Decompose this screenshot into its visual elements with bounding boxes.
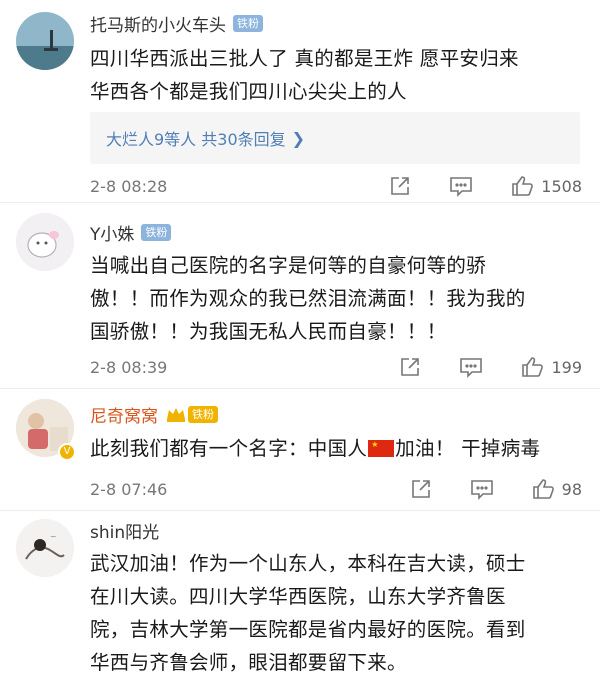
svg-text:~: ~: [50, 532, 57, 541]
comment-actions: 199: [399, 356, 582, 378]
like-button[interactable]: 1508: [511, 175, 582, 197]
comment-header: shin阳光: [90, 517, 159, 543]
share-icon[interactable]: [410, 478, 432, 500]
comment-header: 托马斯的小火车头 铁粉: [90, 10, 263, 36]
comment-text-line: 四川华西派出三批人了 真的都是王炸 愿平安归来: [90, 47, 519, 70]
comment-footer: 2-8 08:39 199: [90, 353, 582, 381]
timestamp: 2-8 08:39: [90, 357, 168, 377]
comment-text: 武汉加油！作为一个山东人，本科在吉大读，硕士 在川大读。四川大学华西医院，山东大…: [90, 547, 580, 679]
username[interactable]: shin阳光: [90, 518, 159, 543]
comment-icon[interactable]: [449, 175, 473, 197]
comment-text-part: 此刻我们都有一个名字：中国人: [90, 437, 368, 460]
comment-icon[interactable]: [470, 478, 494, 500]
timestamp: 2-8 08:28: [90, 176, 168, 196]
comment-text-line: 傲！！而作为观众的我已然泪流满面！！我为我的: [90, 287, 526, 310]
avatar[interactable]: ~: [16, 519, 74, 577]
comment-text-line: 国骄傲！！为我国无私人民而自豪！！！: [90, 320, 447, 343]
chevron-right-icon: ❯: [291, 128, 306, 148]
fan-badge: 铁粉: [233, 14, 263, 32]
replies-summary-text[interactable]: 大烂人9等人 共30条回复: [106, 126, 286, 150]
comment-text-line: 在川大读。四川大学华西医院，山东大学齐鲁医: [90, 585, 506, 608]
comment-item: Y小姝 铁粉 当喊出自己医院的名字是何等的自豪何等的骄 傲！！而作为观众的我已然…: [0, 203, 600, 389]
comment-actions: 98: [410, 478, 582, 500]
comment-footer: 2-8 08:28 1508: [90, 172, 582, 200]
comment-text-line: 武汉加油！作为一个山东人，本科在吉大读，硕士: [90, 552, 526, 575]
comment-text: 此刻我们都有一个名字：中国人 ★ 加油！ 干掉病毒: [90, 432, 580, 465]
like-count: 98: [561, 479, 582, 499]
comment-header: Y小姝 铁粉: [90, 219, 172, 245]
like-count: 199: [551, 357, 582, 377]
share-icon[interactable]: [399, 356, 421, 378]
thumbs-up-icon: [532, 479, 554, 499]
comment-actions: 1508: [389, 175, 582, 197]
avatar[interactable]: [16, 12, 74, 70]
comment-text: 四川华西派出三批人了 真的都是王炸 愿平安归来 华西各个都是我们四川心尖尖上的人: [90, 42, 580, 108]
comment-header: 尼奇窝窝 铁粉: [90, 401, 218, 427]
username[interactable]: 尼奇窝窝: [90, 402, 158, 427]
comment-text-line: 华西各个都是我们四川心尖尖上的人: [90, 80, 407, 103]
like-button[interactable]: 98: [532, 478, 582, 500]
username[interactable]: 托马斯的小火车头: [90, 11, 226, 36]
comment-footer: 2-8 07:46 98: [90, 475, 582, 503]
comment-item: V 尼奇窝窝 铁粉 此刻我们都有一个名字：中国人 ★ 加油！ 干掉病毒 2-8 07…: [0, 389, 600, 511]
comment-text-line: 华西与齐鲁会师，眼泪都要留下来。: [90, 651, 407, 674]
comment-text: 当喊出自己医院的名字是何等的自豪何等的骄 傲！！而作为观众的我已然泪流满面！！我…: [90, 249, 580, 348]
crown-icon: [166, 406, 186, 422]
share-icon[interactable]: [389, 175, 411, 197]
thumbs-up-icon: [522, 357, 544, 377]
comment-item: 托马斯的小火车头 铁粉 四川华西派出三批人了 真的都是王炸 愿平安归来 华西各个…: [0, 0, 600, 203]
avatar[interactable]: [16, 213, 74, 271]
timestamp: 2-8 07:46: [90, 479, 168, 499]
like-button[interactable]: 199: [521, 356, 582, 378]
username[interactable]: Y小姝: [90, 220, 134, 245]
replies-summary[interactable]: 大烂人9等人 共30条回复 ❯: [90, 112, 580, 164]
comment-text-part: 加油！ 干掉病毒: [395, 437, 541, 460]
comment-text-line: 当喊出自己医院的名字是何等的自豪何等的骄: [90, 254, 487, 277]
comment-item: ~ shin阳光 武汉加油！作为一个山东人，本科在吉大读，硕士 在川大读。四川大…: [0, 511, 600, 682]
fan-badge: 铁粉: [188, 405, 218, 423]
comment-icon[interactable]: [459, 356, 483, 378]
verified-badge-icon: V: [58, 443, 76, 461]
comment-text-line: 院，吉林大学第一医院都是省内最好的医院。看到: [90, 618, 526, 641]
thumbs-up-icon: [512, 176, 534, 196]
fan-badge: 铁粉: [141, 223, 172, 241]
china-flag-icon: ★: [368, 440, 395, 457]
like-count: 1508: [541, 176, 582, 196]
